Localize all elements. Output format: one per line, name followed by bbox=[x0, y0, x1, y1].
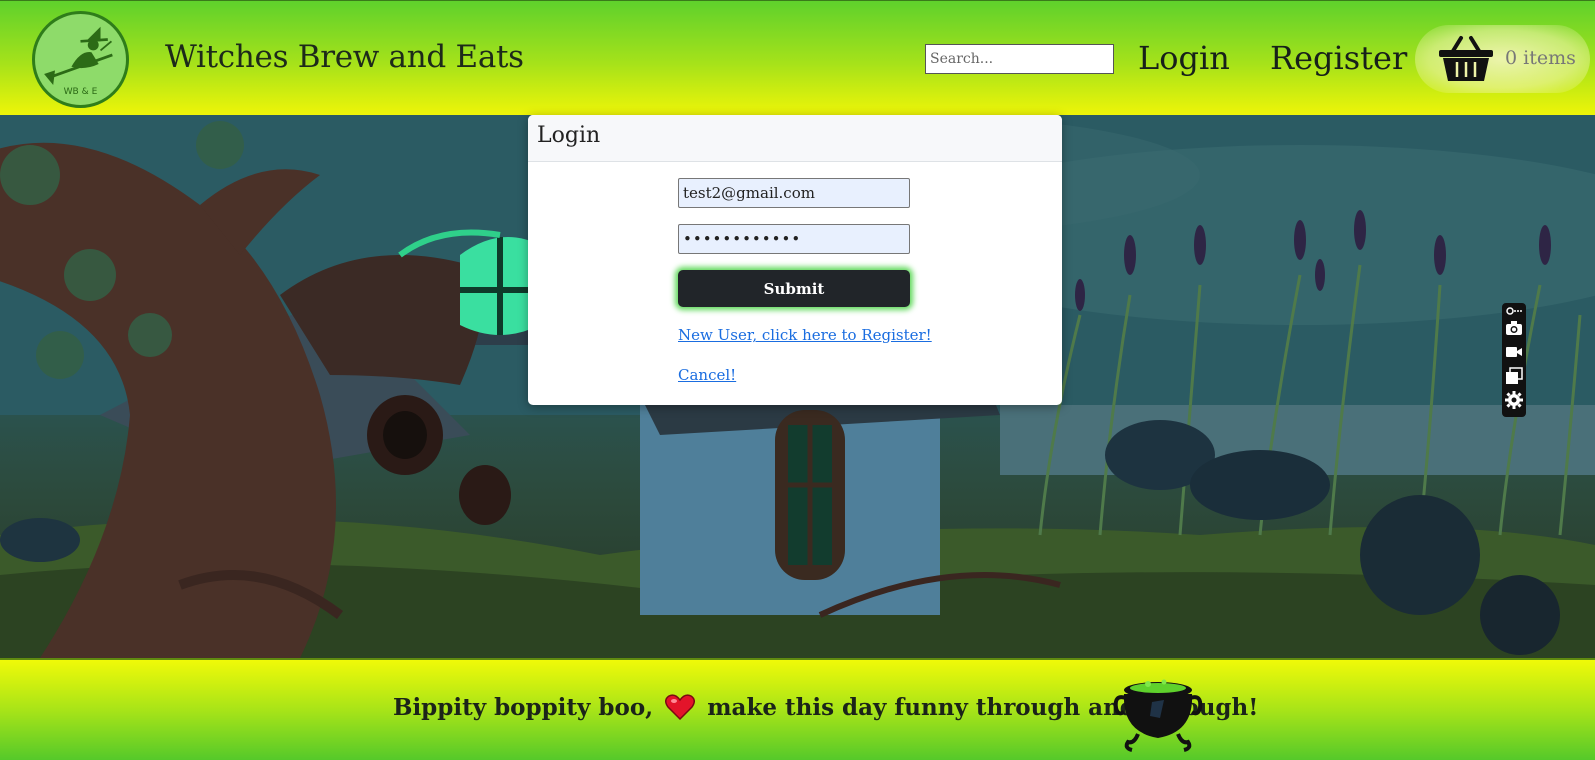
gear-icon[interactable] bbox=[1505, 391, 1523, 409]
login-modal: Login Submit New User, click here to Reg… bbox=[528, 115, 1062, 405]
nav-register-link[interactable]: Register bbox=[1270, 39, 1407, 77]
site-title[interactable]: Witches Brew and Eats bbox=[165, 39, 524, 75]
site-header: WB & E Witches Brew and Eats Login Regis… bbox=[0, 0, 1595, 115]
cart-count: 0 items bbox=[1505, 47, 1576, 69]
footer-text-before: Bippity boppity boo, bbox=[393, 694, 654, 721]
svg-text:WB & E: WB & E bbox=[64, 87, 98, 97]
cart-button[interactable]: 0 items bbox=[1415, 25, 1590, 93]
basket-icon bbox=[1439, 36, 1493, 81]
modal-title: Login bbox=[528, 115, 1062, 162]
witch-logo-icon: WB & E bbox=[36, 15, 125, 104]
register-link[interactable]: New User, click here to Register! bbox=[678, 326, 932, 344]
heart-icon bbox=[665, 694, 696, 720]
cancel-link[interactable]: Cancel! bbox=[678, 366, 736, 384]
camera-icon[interactable] bbox=[1505, 319, 1523, 337]
submit-button[interactable]: Submit bbox=[678, 270, 910, 307]
search-input[interactable] bbox=[925, 44, 1114, 74]
email-field[interactable] bbox=[678, 178, 910, 208]
link-icon[interactable] bbox=[1505, 305, 1523, 317]
video-icon[interactable] bbox=[1505, 343, 1523, 361]
nav-login-link[interactable]: Login bbox=[1138, 39, 1230, 77]
cauldron-icon bbox=[1113, 679, 1203, 752]
logo[interactable]: WB & E bbox=[32, 11, 129, 108]
site-footer: Bippity boppity boo, make this day funny… bbox=[0, 658, 1595, 760]
capture-toolbar bbox=[1502, 303, 1526, 417]
password-field[interactable] bbox=[678, 224, 910, 254]
layers-icon[interactable] bbox=[1505, 367, 1523, 385]
